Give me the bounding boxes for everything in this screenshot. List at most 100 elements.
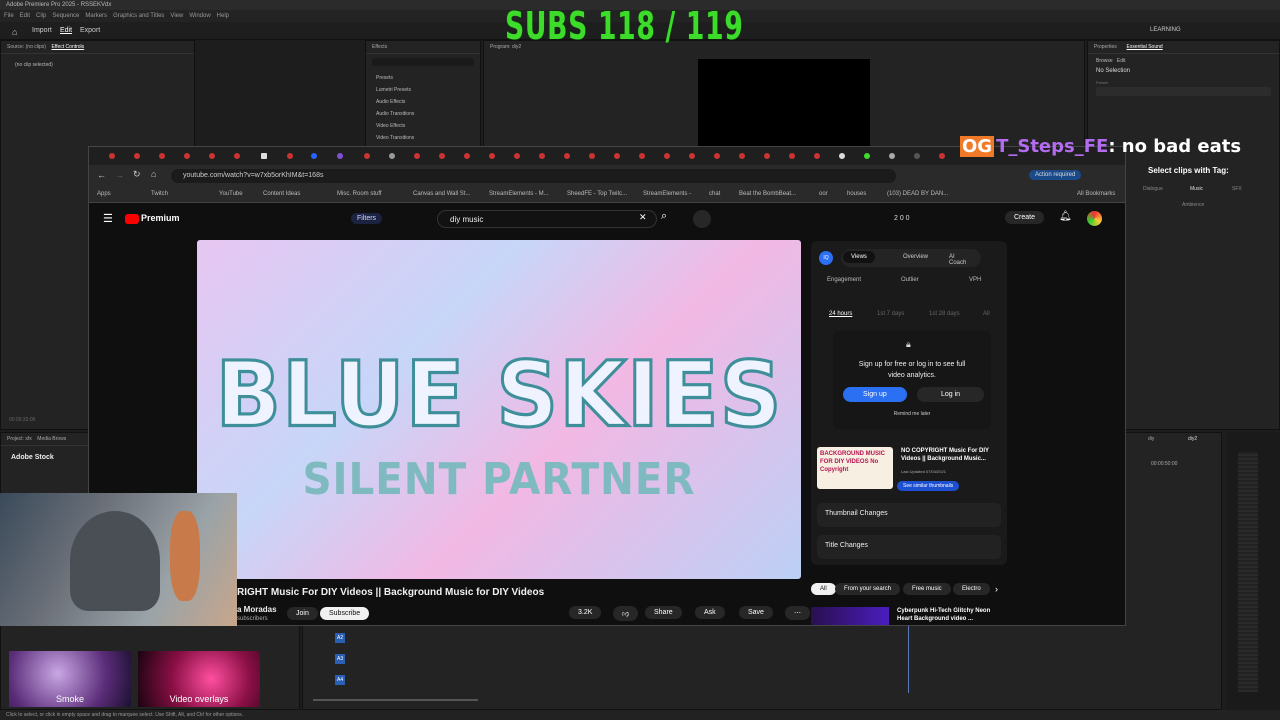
- menu-view[interactable]: View: [170, 13, 183, 19]
- tab-media-browser[interactable]: Media Brows: [37, 436, 66, 442]
- bookmark-content-ideas[interactable]: Content Ideas: [263, 191, 300, 197]
- effects-item-audio-effects[interactable]: Audio Effects: [376, 96, 470, 108]
- range-all[interactable]: All: [983, 311, 990, 317]
- more-options-icon[interactable]: ⋯: [785, 606, 810, 620]
- menu-file[interactable]: File: [4, 13, 14, 19]
- ask-button[interactable]: Ask: [695, 606, 725, 619]
- channel-name[interactable]: a Moradas: [237, 605, 277, 614]
- address-bar[interactable]: youtube.com/watch?v=w7xb5orKhIM&t=168s: [171, 169, 896, 183]
- share-button[interactable]: Share: [645, 606, 682, 619]
- track-a2[interactable]: A2: [335, 633, 346, 643]
- forward-icon[interactable]: →: [115, 170, 124, 180]
- menu-markers[interactable]: Markers: [85, 13, 107, 19]
- track-a3[interactable]: A3: [335, 654, 346, 664]
- bookmark-beat-bomb[interactable]: Beat the BombBeat...: [739, 191, 796, 197]
- seq-tab-diy[interactable]: diy: [1148, 436, 1154, 442]
- bookmark-twitch[interactable]: Twitch: [151, 191, 168, 197]
- tab-import[interactable]: Import: [32, 27, 52, 34]
- youtube-logo-icon[interactable]: [125, 214, 139, 224]
- track-a4[interactable]: A4: [335, 675, 346, 685]
- bookmark-chat[interactable]: chat: [709, 191, 720, 197]
- tab-overview[interactable]: Overview: [895, 251, 936, 263]
- menu-sequence[interactable]: Sequence: [52, 13, 79, 19]
- tab-essential-sound[interactable]: Essential Sound: [1127, 44, 1163, 50]
- like-button[interactable]: 3.2K: [569, 606, 602, 619]
- all-bookmarks[interactable]: All Bookmarks: [1077, 191, 1115, 197]
- tag-dialogue[interactable]: Dialogue: [1143, 186, 1163, 192]
- chip-all[interactable]: All: [811, 583, 836, 595]
- menu-edit[interactable]: Edit: [20, 13, 30, 19]
- playhead[interactable]: [908, 623, 909, 693]
- timeline-zoom-bar[interactable]: [313, 699, 478, 701]
- back-icon[interactable]: ←: [97, 170, 106, 180]
- clear-search-icon[interactable]: ✕: [639, 212, 647, 223]
- remind-later-link[interactable]: Remind me later: [833, 411, 991, 417]
- tab-edit-sound[interactable]: Edit: [1117, 58, 1126, 64]
- bookmark-oor[interactable]: oor: [819, 191, 828, 197]
- chip-from-search[interactable]: From your search: [835, 583, 901, 595]
- menu-graphics[interactable]: Graphics and Titles: [113, 13, 164, 19]
- video-overlays-thumbnail[interactable]: Video overlays: [138, 651, 260, 707]
- microphone-icon[interactable]: [693, 210, 711, 228]
- tab-properties[interactable]: Properties: [1094, 44, 1117, 50]
- bookmark-misc-room[interactable]: Misc. Room stuff: [337, 191, 382, 197]
- save-button[interactable]: Save: [739, 606, 773, 619]
- effects-item-video-transitions[interactable]: Video Transitions: [376, 132, 470, 144]
- tag-sfx[interactable]: SFX: [1232, 186, 1242, 192]
- chips-next-icon[interactable]: ›: [995, 584, 998, 594]
- title-changes-row[interactable]: Title Changes: [817, 535, 1001, 559]
- tab-export[interactable]: Export: [80, 27, 100, 34]
- search-icon[interactable]: ⌕: [661, 210, 667, 223]
- next-video-title[interactable]: Cyberpunk Hi-Tech Glitchy Neon Heart Bac…: [897, 607, 1001, 623]
- bookmark-streamelements-m[interactable]: StreamElements - M...: [489, 191, 549, 197]
- home-icon[interactable]: ⌂: [151, 169, 156, 179]
- tab-ai-coach[interactable]: AI Coach: [941, 251, 981, 269]
- avatar[interactable]: [1087, 211, 1102, 226]
- youtube-premium-logo[interactable]: Premium: [141, 213, 180, 223]
- effects-item-presets[interactable]: Presets: [376, 72, 470, 84]
- bell-icon[interactable]: 🔔︎: [1059, 211, 1072, 222]
- effects-item-audio-transitions[interactable]: Audio Transitions: [376, 108, 470, 120]
- tab-views[interactable]: Views: [843, 251, 875, 263]
- smoke-thumbnail[interactable]: Smoke: [9, 651, 131, 707]
- menu-clip[interactable]: Clip: [36, 13, 46, 19]
- effects-item-video-effects[interactable]: Video Effects: [376, 120, 470, 132]
- preset-dropdown[interactable]: [1096, 87, 1271, 96]
- join-button[interactable]: Join: [287, 607, 318, 620]
- signup-button[interactable]: Sign up: [843, 387, 907, 402]
- effects-search-input[interactable]: [372, 58, 474, 66]
- search-input[interactable]: diy music: [437, 210, 657, 228]
- bookmark-canvas[interactable]: Canvas and Wall St...: [413, 191, 470, 197]
- chip-free-music[interactable]: Free music: [903, 583, 951, 595]
- tab-effect-controls[interactable]: Effect Controls: [51, 44, 84, 50]
- chip-electro[interactable]: Electro: [953, 583, 990, 595]
- menu-icon[interactable]: ☰: [103, 212, 113, 225]
- bookmark-houses[interactable]: houses: [847, 191, 866, 197]
- tab-edit[interactable]: Edit: [60, 27, 72, 34]
- related-thumbnail[interactable]: BACKGROUND MUSIC FOR DIY VIDEOS No Copyr…: [817, 447, 893, 489]
- range-7d[interactable]: 1st 7 days: [877, 311, 904, 317]
- tab-source[interactable]: Source: (no clips): [7, 44, 46, 50]
- subscribe-button[interactable]: Subscribe: [320, 607, 370, 620]
- bookmark-apps[interactable]: Apps: [97, 191, 111, 197]
- range-28d[interactable]: 1st 28 days: [929, 311, 960, 317]
- tab-project[interactable]: Project: sfx: [7, 436, 32, 442]
- learning-label[interactable]: LEARNING: [1150, 27, 1181, 33]
- menu-window[interactable]: Window: [189, 13, 210, 19]
- seq-tab-diy2[interactable]: diy2: [1188, 436, 1197, 442]
- action-required-button[interactable]: Action required: [1029, 170, 1082, 180]
- bookmark-dead-by-daylight[interactable]: (103) DEAD BY DAN...: [887, 191, 948, 197]
- range-24h[interactable]: 24 hours: [829, 311, 852, 317]
- filters-button[interactable]: Filters: [351, 213, 383, 224]
- reload-icon[interactable]: ↻: [133, 169, 141, 180]
- menu-help[interactable]: Help: [217, 13, 229, 19]
- create-button[interactable]: Create: [1005, 211, 1045, 224]
- tag-ambience[interactable]: Ambience: [1182, 202, 1204, 208]
- next-video-thumbnail[interactable]: [811, 607, 889, 625]
- bookmark-sheedfe[interactable]: SheedFE - Top Twitc...: [567, 191, 627, 197]
- video-player[interactable]: BLUE SKIES SILENT PARTNER: [197, 240, 801, 579]
- dislike-icon[interactable]: 👎︎: [613, 606, 639, 621]
- bookmark-streamelements[interactable]: StreamElements -: [643, 191, 691, 197]
- tab-browse[interactable]: Browse: [1096, 58, 1113, 64]
- effects-item-lumetri[interactable]: Lumetri Presets: [376, 84, 470, 96]
